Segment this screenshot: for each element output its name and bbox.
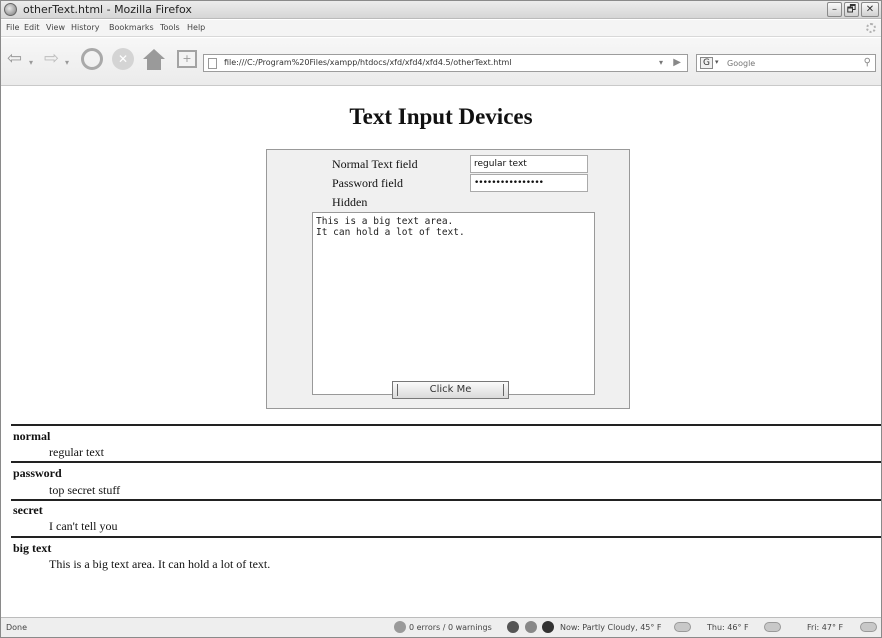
- maximize-button[interactable]: 🗗: [844, 2, 859, 17]
- status-text: Done: [6, 623, 28, 632]
- cloud-icon: [764, 622, 781, 632]
- new-tab-icon[interactable]: +: [177, 50, 197, 68]
- menu-help[interactable]: Help: [187, 23, 205, 32]
- search-input[interactable]: [727, 57, 847, 70]
- cloud-icon: [674, 622, 691, 632]
- back-icon[interactable]: ⇦: [7, 48, 22, 70]
- hidden-field-label: Hidden: [332, 195, 368, 209]
- close-button[interactable]: ✕: [861, 2, 879, 17]
- result-value-normal: regular text: [49, 445, 104, 459]
- normal-text-field[interactable]: [470, 155, 588, 173]
- divider: [11, 461, 881, 463]
- page-heading: Text Input Devices: [349, 104, 533, 129]
- weather-friday: Fri: 47° F: [807, 623, 844, 632]
- divider: [11, 499, 881, 501]
- password-field-label: Password field: [332, 176, 403, 190]
- search-icon[interactable]: ⚲: [864, 57, 871, 68]
- big-text-area[interactable]: This is a big text area. It can hold a l…: [312, 212, 595, 395]
- forward-dropdown-icon[interactable]: ▾: [65, 52, 69, 74]
- home-icon-body: [147, 59, 161, 70]
- cloud-icon: [860, 622, 877, 632]
- result-value-password: top secret stuff: [49, 483, 121, 497]
- error-count[interactable]: 0 errors / 0 warnings: [409, 623, 492, 632]
- weather-thursday: Thu: 46° F: [707, 623, 749, 632]
- menu-history[interactable]: History: [71, 23, 99, 32]
- google-icon[interactable]: G: [700, 57, 713, 69]
- forward-icon[interactable]: ⇨: [44, 48, 59, 70]
- click-me-button[interactable]: Click Me: [392, 381, 509, 399]
- divider: [11, 536, 881, 538]
- result-term-password: password: [13, 466, 62, 480]
- back-dropdown-icon[interactable]: ▾: [29, 52, 33, 74]
- menu-bookmarks[interactable]: Bookmarks: [109, 23, 154, 32]
- input-form: Normal Text field Password field Hidden …: [266, 149, 630, 409]
- stop-icon[interactable]: ✕: [112, 48, 134, 70]
- divider: [11, 424, 881, 426]
- addon-icon[interactable]: [507, 621, 519, 633]
- page-content: Text Input Devices Normal Text field Pas…: [1, 87, 881, 617]
- normal-field-label: Normal Text field: [332, 157, 418, 171]
- result-value-big-text: This is a big text area. It can hold a l…: [49, 557, 271, 571]
- weather-icon[interactable]: [542, 621, 554, 633]
- menu-edit[interactable]: Edit: [24, 23, 40, 32]
- search-engine-dropdown-icon[interactable]: ▾: [715, 58, 719, 66]
- error-console-icon[interactable]: [394, 621, 406, 633]
- result-term-secret: secret: [13, 503, 43, 517]
- menu-file[interactable]: File: [6, 23, 19, 32]
- result-term-big-text: big text: [13, 541, 52, 555]
- browser-window: otherText.html - Mozilla Firefox – 🗗 ✕ F…: [0, 0, 882, 638]
- firefox-icon: [4, 3, 17, 16]
- menu-view[interactable]: View: [46, 23, 65, 32]
- reload-icon[interactable]: [81, 48, 103, 70]
- search-bar[interactable]: G ▾ ⚲: [696, 54, 876, 72]
- password-field[interactable]: [470, 174, 588, 192]
- settings-icon[interactable]: [525, 621, 537, 633]
- title-bar: otherText.html - Mozilla Firefox – 🗗 ✕: [1, 1, 881, 19]
- window-title: otherText.html - Mozilla Firefox: [23, 3, 192, 16]
- result-value-secret: I can't tell you: [49, 519, 118, 533]
- url-text[interactable]: file:///C:/Program%20Files/xampp/htdocs/…: [224, 58, 512, 67]
- url-dropdown-icon[interactable]: ▾: [659, 58, 663, 67]
- navigation-toolbar: ⇦ ▾ ⇨ ▾ ✕ + file:///C:/Program%20Files/x…: [1, 38, 881, 86]
- menu-tools[interactable]: Tools: [160, 23, 180, 32]
- result-term-normal: normal: [13, 429, 51, 443]
- status-bar: Done 0 errors / 0 warnings Now: Partly C…: [1, 617, 881, 637]
- go-icon[interactable]: ▶: [673, 57, 681, 68]
- minimize-button[interactable]: –: [827, 2, 842, 17]
- weather-now: Now: Partly Cloudy, 45° F: [560, 623, 662, 632]
- url-bar[interactable]: file:///C:/Program%20Files/xampp/htdocs/…: [203, 54, 688, 72]
- page-icon: [208, 58, 217, 69]
- menu-bar: File Edit View History Bookmarks Tools H…: [1, 20, 881, 37]
- home-icon[interactable]: [143, 49, 165, 59]
- throbber-icon: [866, 23, 876, 33]
